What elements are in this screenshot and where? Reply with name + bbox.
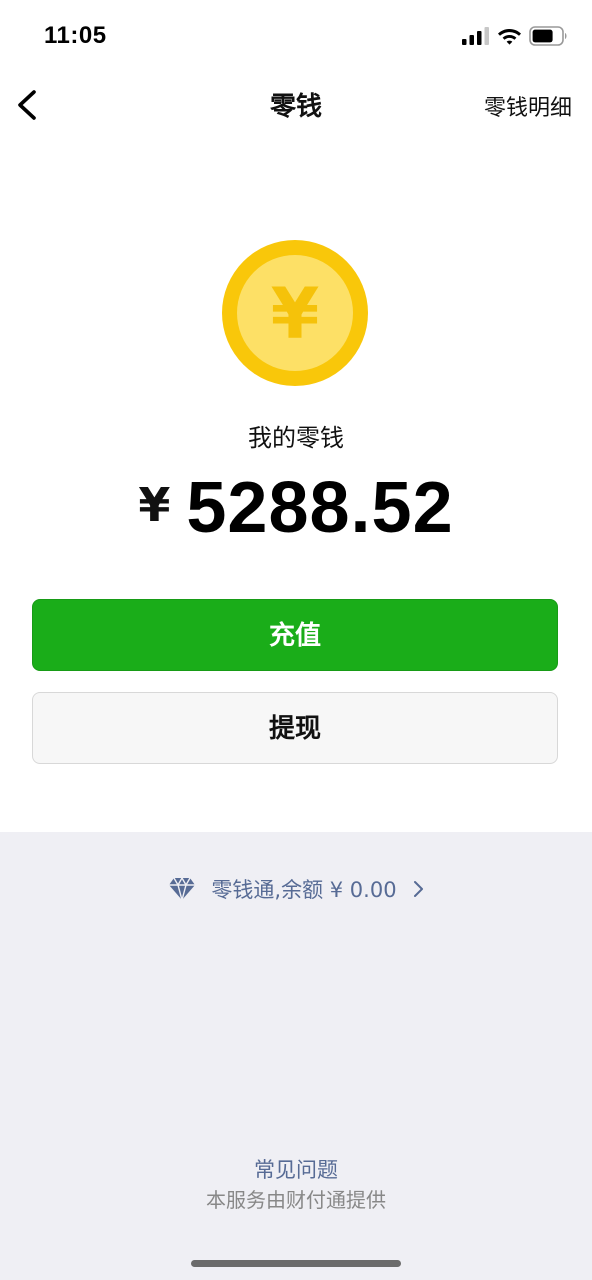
chevron-right-icon <box>413 881 423 897</box>
wifi-icon <box>498 29 521 45</box>
withdraw-button[interactable]: 提现 <box>32 692 558 764</box>
coin-symbol: ¥ <box>271 273 320 355</box>
balance-amount: 5288.52 <box>186 468 454 548</box>
lingqiantong-balance-text: 零钱通,余额 ¥ 0.00 <box>211 878 397 902</box>
yuan-coin-icon: ¥ <box>222 240 368 386</box>
provider-text: 本服务由财付通提供 <box>206 1188 386 1212</box>
bottom-section: 零钱通,余额 ¥ 0.00 常见问题 本服务由财付通提供 <box>0 832 592 1280</box>
home-indicator[interactable] <box>191 1260 401 1267</box>
nav-bar: 零钱 零钱明细 <box>0 76 592 134</box>
change-details-link[interactable]: 零钱明细 <box>484 90 572 122</box>
status-time: 11:05 <box>44 22 107 49</box>
battery-icon <box>529 26 567 46</box>
faq-link[interactable]: 常见问题 <box>0 1154 592 1184</box>
diamond-icon <box>169 877 196 901</box>
status-bar: 11:05 <box>0 0 592 76</box>
currency-symbol: ¥ <box>138 478 171 532</box>
lingqiantong-link[interactable]: 零钱通,余额 ¥ 0.00 <box>0 874 592 904</box>
balance-label: 我的零钱 <box>248 424 344 452</box>
signal-icon <box>462 27 489 45</box>
recharge-button[interactable]: 充值 <box>32 599 558 671</box>
balance-row: ¥5288.52 <box>0 468 592 548</box>
